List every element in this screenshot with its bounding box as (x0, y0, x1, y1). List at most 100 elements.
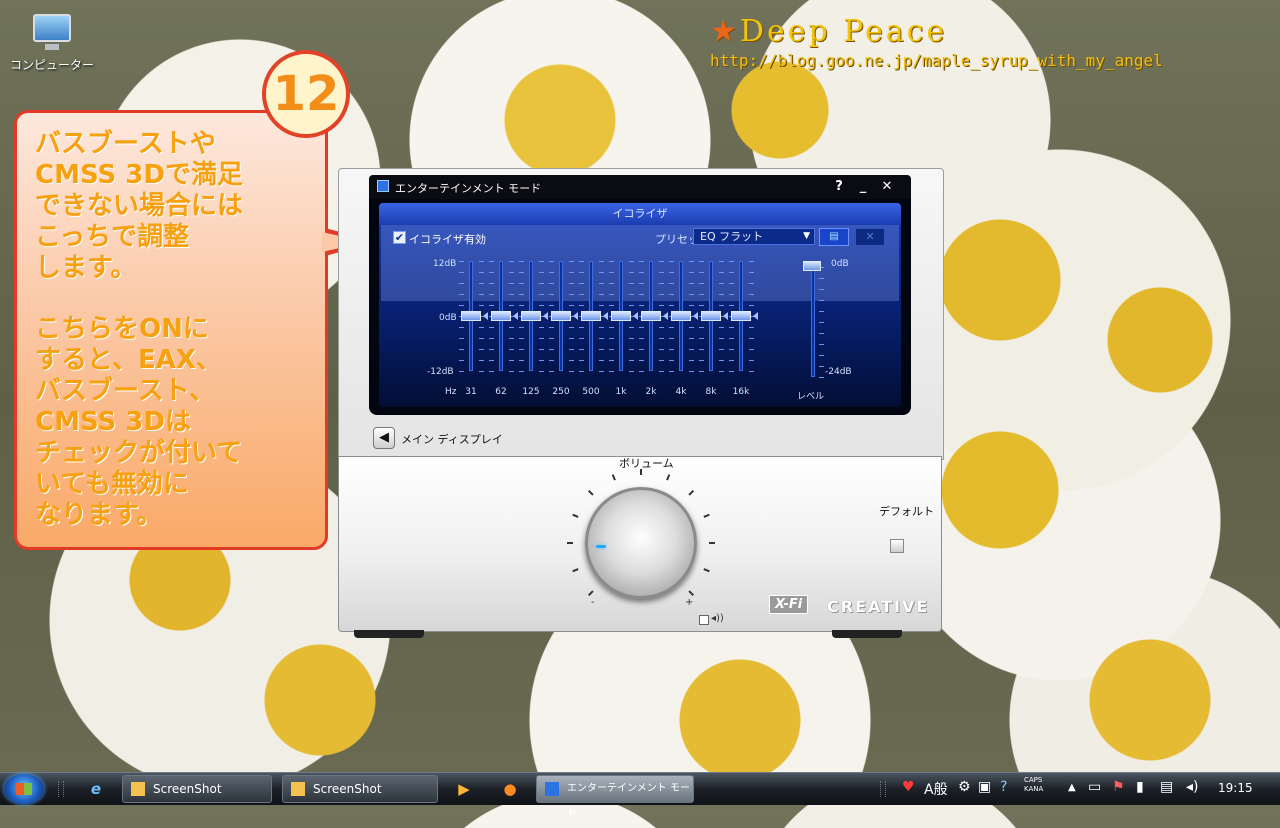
eq-band-frequency: 250 (552, 387, 570, 397)
eq-band-handle[interactable] (641, 311, 661, 321)
eq-band-tick (669, 360, 674, 361)
eq-band-handle[interactable] (611, 311, 631, 321)
eq-band-tick (579, 371, 584, 372)
eq-band-slider[interactable]: 31 (459, 261, 489, 397)
eq-band-slider[interactable]: 500 (579, 261, 609, 397)
eq-band-tick (539, 261, 544, 262)
taskbar-button-entertainment-mode[interactable]: エンターテインメント モード (536, 775, 694, 820)
volume-icon[interactable]: ◂) (1186, 779, 1199, 795)
db-top-label: 12dB (433, 259, 457, 269)
eq-band-handle[interactable] (491, 311, 511, 321)
network-icon[interactable]: ▤ (1160, 779, 1173, 795)
eq-band-tick (489, 261, 494, 262)
eq-band-slider[interactable]: 4k (669, 261, 699, 397)
media-player-icon[interactable]: ▶ (454, 779, 474, 799)
eq-band-slider[interactable]: 250 (549, 261, 579, 397)
eq-band-tick (539, 294, 544, 295)
eq-band-slider[interactable]: 8k (699, 261, 729, 397)
eq-band-slider[interactable]: 2k (639, 261, 669, 397)
default-button[interactable] (890, 539, 904, 553)
eq-band-frequency: 62 (495, 387, 507, 397)
eq-band-tick (509, 338, 514, 339)
clock[interactable]: 19:15 (1218, 781, 1253, 795)
ime-tools-icon[interactable]: ⚙ (958, 779, 971, 795)
eq-band-tick (639, 305, 644, 306)
back-button[interactable]: ◀ (373, 427, 395, 449)
eq-band-handle[interactable] (581, 311, 601, 321)
eq-band-tick (689, 327, 694, 328)
volume-knob[interactable] (585, 487, 697, 599)
close-button[interactable]: ✕ (877, 178, 897, 196)
eq-band-tick (729, 338, 734, 339)
eq-band-slider[interactable]: 125 (519, 261, 549, 397)
speaker-icon: ◂)) (711, 613, 724, 624)
mute-checkbox[interactable] (699, 615, 709, 625)
save-preset-button[interactable]: ▤ (819, 228, 849, 246)
eq-band-tick (509, 261, 514, 262)
eq-band-tick (509, 360, 514, 361)
eq-band-tick (599, 305, 604, 306)
taskbar-button-screenshot-1[interactable]: ScreenShot (122, 775, 272, 803)
eq-band-tick (689, 261, 694, 262)
tray-grip[interactable] (880, 781, 886, 797)
eq-band-tick (489, 338, 494, 339)
level-tick (819, 333, 824, 334)
dictionary-icon[interactable]: ▣ (978, 779, 991, 795)
help-button[interactable]: ? (829, 178, 849, 196)
minimize-button[interactable]: _ (853, 178, 873, 196)
eq-band-slider[interactable]: 1k (609, 261, 639, 397)
eq-band-handle[interactable] (551, 311, 571, 321)
caps-kana-indicator: CAPS KANA (1024, 776, 1043, 794)
eq-band-tick (579, 261, 584, 262)
window-foot-left (354, 630, 424, 638)
show-hidden-icons-icon[interactable]: ▲ (1068, 782, 1076, 793)
eq-band-tick (479, 294, 484, 295)
taskbar-grip[interactable] (58, 781, 64, 797)
eq-band-slider[interactable]: 62 (489, 261, 519, 397)
firefox-icon[interactable]: ● (500, 779, 520, 799)
level-slider[interactable] (803, 261, 827, 381)
volume-knob-ring (567, 469, 715, 611)
equalizer-header: イコライザ (379, 203, 901, 225)
pin-icon[interactable]: ♥ (902, 779, 915, 795)
eq-band-tick (659, 349, 664, 350)
eq-band-tick (489, 294, 494, 295)
ime-indicator[interactable]: A般 (924, 779, 948, 799)
level-tick (819, 377, 824, 378)
eq-band-tick (699, 283, 704, 284)
equalizer-enable-label[interactable]: イコライザ有効 (409, 231, 486, 247)
desktop-icon-computer[interactable]: コンピューター (4, 14, 100, 73)
help-icon[interactable]: ? (1000, 779, 1007, 795)
eq-band-slider[interactable]: 16k (729, 261, 759, 397)
eq-band-handle[interactable] (731, 311, 751, 321)
device-icon[interactable]: ▭ (1088, 779, 1101, 795)
eq-band-tick (539, 327, 544, 328)
action-center-icon[interactable]: ⚑ (1112, 779, 1125, 795)
eq-band-handle[interactable] (461, 311, 481, 321)
eq-band-tick (729, 261, 734, 262)
taskbar-button-screenshot-2[interactable]: ScreenShot (282, 775, 438, 803)
internet-explorer-icon[interactable]: e (86, 779, 106, 799)
eq-band-tick (659, 338, 664, 339)
eq-band-handle[interactable] (671, 311, 691, 321)
eq-band-handle[interactable] (701, 311, 721, 321)
star-icon: ★ (710, 14, 740, 49)
volume-max-label: + (685, 597, 694, 608)
entertainment-mode-window: エンターテインメント モード ? _ ✕ イコライザ ✔ イコライザ有効 プリセ… (338, 168, 944, 638)
usb-icon[interactable]: ▮ (1136, 779, 1144, 795)
title-bar[interactable]: エンターテインメント モード ? _ ✕ (369, 175, 911, 199)
start-button[interactable] (4, 774, 44, 804)
eq-band-tick (689, 272, 694, 273)
main-display-label[interactable]: メイン ディスプレイ (401, 431, 503, 447)
eq-band-tick (599, 272, 604, 273)
volume-indicator (596, 545, 606, 548)
eq-band-handle[interactable] (521, 311, 541, 321)
eq-band-pointer (513, 312, 518, 320)
eq-band-tick (719, 327, 724, 328)
equalizer-enable-checkbox[interactable]: ✔ (393, 231, 406, 244)
level-handle[interactable] (803, 261, 821, 271)
eq-band-tick (639, 294, 644, 295)
delete-preset-button[interactable]: ✕ (855, 228, 885, 246)
preset-dropdown[interactable]: EQ フラット ▼ (693, 228, 815, 245)
eq-band-tick (569, 272, 574, 273)
